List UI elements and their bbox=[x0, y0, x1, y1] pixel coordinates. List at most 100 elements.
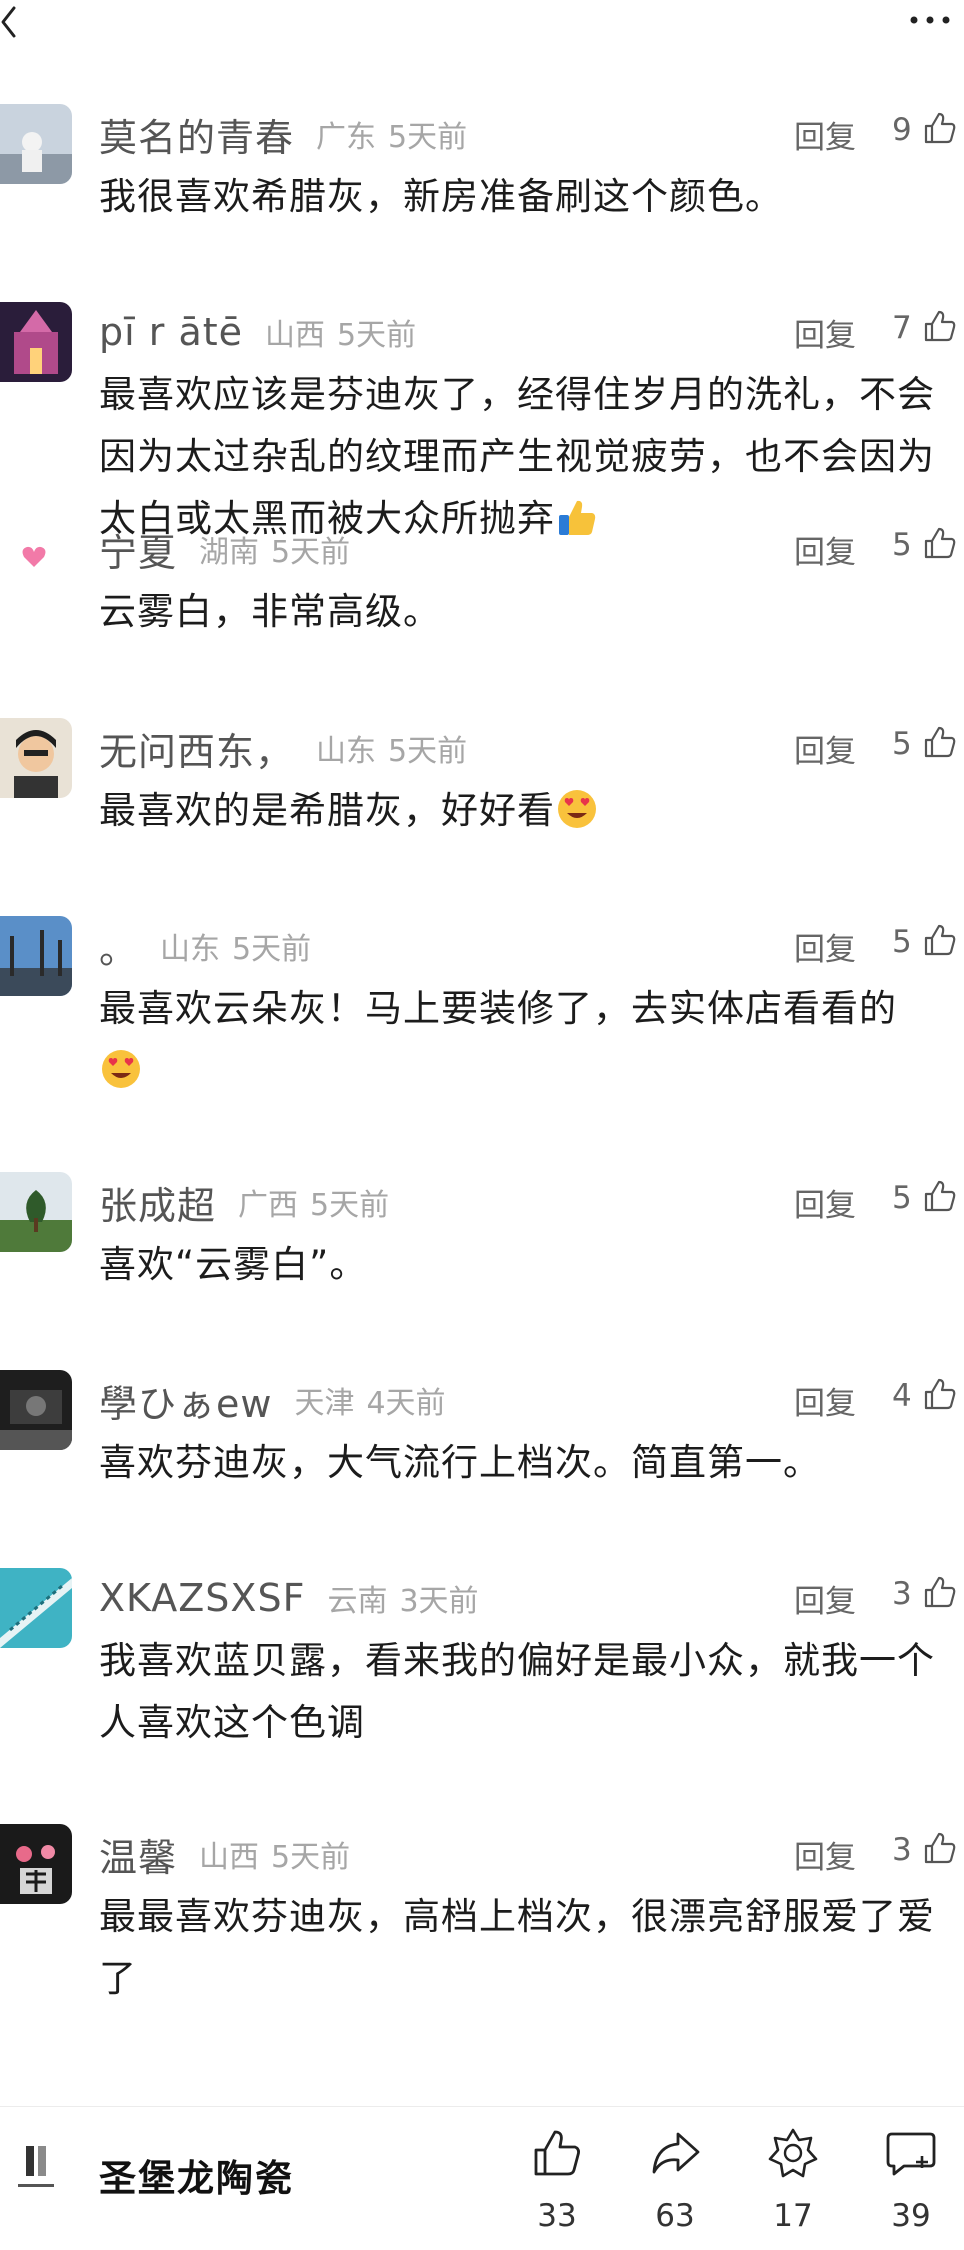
avatar[interactable] bbox=[0, 104, 72, 184]
comment-text: 我很喜欢希腊灰，新房准备刷这个颜色。 bbox=[99, 175, 783, 218]
comment-meta: 。 山东 5天前 bbox=[99, 920, 311, 972]
username[interactable]: 张成超 bbox=[99, 1175, 216, 1230]
thumbs-up-emoji-icon bbox=[559, 500, 596, 535]
reply-button[interactable]: 回复 bbox=[794, 1378, 856, 1423]
like-count: 4 bbox=[892, 1378, 912, 1414]
heart-eyes-emoji-icon bbox=[102, 1050, 140, 1088]
thumbs-up-icon[interactable] bbox=[922, 1574, 958, 1610]
avatar[interactable] bbox=[0, 1172, 72, 1252]
thumbs-up-icon[interactable] bbox=[922, 724, 958, 760]
username[interactable]: pī r ātē bbox=[99, 310, 243, 354]
share-arrow-icon bbox=[652, 2132, 700, 2174]
brand-logo-icon[interactable] bbox=[12, 2140, 60, 2200]
reply-button[interactable]: 回复 bbox=[794, 527, 856, 572]
timestamp: 5天前 bbox=[388, 120, 468, 155]
username[interactable]: 學ひぁew bbox=[99, 1373, 272, 1428]
region-label: 山东 bbox=[160, 932, 221, 967]
like-count: 9 bbox=[892, 112, 912, 148]
like-count: 5 bbox=[892, 527, 912, 563]
heart-eyes-emoji-icon bbox=[558, 790, 596, 828]
username[interactable]: 无问西东， bbox=[99, 721, 294, 776]
like-count: 5 bbox=[892, 1180, 912, 1216]
reply-button[interactable]: 回复 bbox=[794, 1576, 856, 1621]
username[interactable]: 。 bbox=[99, 919, 138, 974]
comment-text: 最最喜欢芬迪灰，高档上档次，很漂亮舒服爱了爱了 bbox=[99, 1895, 935, 2000]
favorite-action-button[interactable]: 17 bbox=[748, 2126, 838, 2246]
reply-button[interactable]: 回复 bbox=[794, 112, 856, 157]
timestamp: 5天前 bbox=[310, 1188, 390, 1223]
bottom-bar: 圣堡龙陶瓷 33 63 17 39 bbox=[0, 2106, 964, 2250]
thumbs-up-icon[interactable] bbox=[922, 525, 958, 561]
favorite-count: 17 bbox=[773, 2198, 813, 2234]
timestamp: 5天前 bbox=[337, 318, 417, 353]
timestamp: 4天前 bbox=[366, 1386, 446, 1421]
comment-text: 我喜欢蓝贝露，看来我的偏好是最小众，就我一个人喜欢这个色调 bbox=[99, 1639, 935, 1744]
timestamp: 3天前 bbox=[399, 1584, 479, 1619]
comment-meta: 宁夏 湖南 5天前 bbox=[99, 523, 350, 575]
like-count: 7 bbox=[892, 310, 912, 346]
comment-meta: pī r ātē 山西 5天前 bbox=[99, 306, 416, 358]
reply-button[interactable]: 回复 bbox=[794, 1180, 856, 1225]
avatar[interactable] bbox=[0, 916, 72, 996]
comment-text: 云雾白，非常高级。 bbox=[99, 590, 441, 633]
username[interactable]: 温馨 bbox=[99, 1827, 177, 1882]
comment-meta: 张成超 广西 5天前 bbox=[99, 1176, 389, 1228]
like-count: 3 bbox=[892, 1576, 912, 1612]
region-label: 山东 bbox=[316, 734, 377, 769]
avatar[interactable] bbox=[0, 519, 72, 599]
thumbs-up-icon[interactable] bbox=[922, 1178, 958, 1214]
thumbs-up-icon bbox=[534, 2130, 580, 2176]
region-label: 云南 bbox=[327, 1584, 388, 1619]
star-badge-icon bbox=[768, 2128, 818, 2178]
brand-name[interactable]: 圣堡龙陶瓷 bbox=[99, 2148, 294, 2202]
thumbs-up-icon[interactable] bbox=[922, 110, 958, 146]
comment-meta: 无问西东， 山东 5天前 bbox=[99, 722, 467, 774]
comment-text-body: 最喜欢云朵灰！马上要装修了，去实体店看看的 bbox=[99, 987, 897, 1030]
timestamp: 5天前 bbox=[388, 734, 468, 769]
thumbs-up-icon[interactable] bbox=[922, 922, 958, 958]
comment-text: 喜欢“云雾白”。 bbox=[99, 1243, 368, 1286]
reply-button[interactable]: 回复 bbox=[794, 1832, 856, 1877]
region-label: 天津 bbox=[294, 1386, 355, 1421]
comment-count: 39 bbox=[891, 2198, 931, 2234]
more-dots-icon[interactable] bbox=[908, 10, 952, 30]
avatar[interactable] bbox=[0, 1370, 72, 1450]
avatar[interactable] bbox=[0, 1568, 72, 1648]
chevron-left-icon[interactable] bbox=[0, 2, 24, 42]
reply-button[interactable]: 回复 bbox=[794, 726, 856, 771]
comment-text: 最喜欢的是希腊灰，好好看 bbox=[99, 780, 959, 842]
thumbs-up-icon[interactable] bbox=[922, 1376, 958, 1412]
region-label: 广西 bbox=[238, 1188, 299, 1223]
share-count: 63 bbox=[655, 2198, 695, 2234]
comment-text: 最喜欢云朵灰！马上要装修了，去实体店看看的 bbox=[99, 978, 959, 1102]
username[interactable]: XKAZSXSF bbox=[99, 1576, 305, 1620]
reply-button[interactable]: 回复 bbox=[794, 924, 856, 969]
like-count: 3 bbox=[892, 1832, 912, 1868]
comment-text-body: 最喜欢的是希腊灰，好好看 bbox=[99, 789, 555, 832]
timestamp: 5天前 bbox=[271, 535, 351, 570]
region-label: 山西 bbox=[199, 1840, 260, 1875]
region-label: 湖南 bbox=[199, 535, 260, 570]
like-count: 5 bbox=[892, 924, 912, 960]
username[interactable]: 莫名的青春 bbox=[99, 107, 294, 162]
timestamp: 5天前 bbox=[232, 932, 312, 967]
comment-meta: XKAZSXSF 云南 3天前 bbox=[99, 1572, 479, 1624]
comment-text-body: 最喜欢应该是芬迪灰了，经得住岁月的洗礼，不会因为太过杂乱的纹理而产生视觉疲劳，也… bbox=[99, 373, 935, 540]
thumbs-up-icon[interactable] bbox=[922, 1830, 958, 1866]
reply-button[interactable]: 回复 bbox=[794, 310, 856, 355]
like-count: 33 bbox=[537, 2198, 577, 2234]
avatar[interactable] bbox=[0, 302, 72, 382]
region-label: 广东 bbox=[316, 120, 377, 155]
like-action-button[interactable]: 33 bbox=[512, 2126, 602, 2246]
comment-text: 喜欢芬迪灰，大气流行上档次。简直第一。 bbox=[99, 1441, 821, 1484]
top-bar bbox=[0, 0, 964, 50]
timestamp: 5天前 bbox=[271, 1840, 351, 1875]
like-count: 5 bbox=[892, 726, 912, 762]
avatar[interactable] bbox=[0, 718, 72, 798]
username[interactable]: 宁夏 bbox=[99, 522, 177, 577]
comment-action-button[interactable]: 39 bbox=[866, 2126, 956, 2246]
comment-meta: 莫名的青春 广东 5天前 bbox=[99, 108, 467, 160]
thumbs-up-icon[interactable] bbox=[922, 308, 958, 344]
avatar[interactable] bbox=[0, 1824, 72, 1904]
share-action-button[interactable]: 63 bbox=[630, 2126, 720, 2246]
